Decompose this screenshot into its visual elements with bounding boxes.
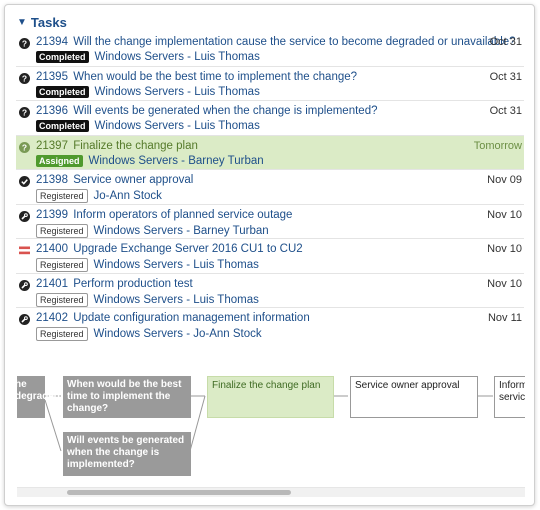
task-owner-link[interactable]: Windows Servers - Luis Thomas	[95, 120, 260, 132]
task-title-link[interactable]: 21397 Finalize the change plan	[36, 140, 198, 152]
task-row[interactable]: 21399 Inform operators of planned servic…	[16, 203, 524, 239]
status-badge: Registered	[36, 292, 88, 307]
status-badge: Completed	[36, 120, 89, 132]
status-badge: Registered	[36, 223, 88, 238]
task-due-date: Oct 31	[489, 70, 522, 83]
status-badge: Registered	[36, 189, 88, 203]
flow-node-21399[interactable]: Inform o service	[494, 376, 525, 418]
task-due-date: Nov 10	[487, 243, 522, 255]
task-row[interactable]: 21398 Service owner approval Nov 09 Regi…	[16, 169, 524, 204]
task-owner-link[interactable]: Windows Servers - Barney Turban	[89, 155, 264, 167]
task-owner-link[interactable]: Windows Servers - Luis Thomas	[94, 259, 259, 271]
task-title: Perform production test	[73, 277, 193, 290]
scrollbar-thumb[interactable]	[67, 490, 291, 495]
implementation-bars-icon	[19, 246, 30, 255]
svg-text:?: ?	[22, 108, 27, 118]
task-title-link[interactable]: 21394 Will the change implementation cau…	[36, 36, 516, 48]
task-title: Update configuration management informat…	[73, 312, 310, 324]
task-row[interactable]: 21400 Upgrade Exchange Server 2016 CU1 t…	[16, 238, 524, 273]
flow-node-21397[interactable]: Finalize the change plan	[207, 376, 334, 418]
task-owner-link[interactable]: Windows Servers - Luis Thomas	[94, 294, 259, 306]
task-due-date: Oct 31	[489, 105, 522, 117]
status-badge: Registered	[36, 258, 88, 272]
task-title-link[interactable]: 21399 Inform operators of planned servic…	[36, 209, 292, 221]
task-due-date: Tomorrow	[473, 139, 522, 152]
task-title-link[interactable]: 21396 Will events be generated when the …	[36, 105, 377, 117]
section-title: Tasks	[30, 15, 67, 30]
task-title: Finalize the change plan	[73, 139, 198, 152]
task-title: Will the change implementation cause the…	[73, 36, 516, 48]
task-row[interactable]: ? 21395 When would be the best time to i…	[16, 65, 524, 101]
task-due-date: Nov 10	[487, 277, 522, 290]
task-row[interactable]: ? 21396 Will events be generated when th…	[16, 100, 524, 135]
task-owner-link[interactable]: Windows Servers - Luis Thomas	[95, 86, 260, 98]
task-id: 21399	[36, 208, 68, 221]
task-title-link[interactable]: 21402 Update configuration management in…	[36, 312, 310, 324]
collapse-triangle-icon[interactable]: ▼	[17, 17, 27, 28]
task-title-link[interactable]: 21398 Service owner approval	[36, 174, 193, 186]
task-due-date: Nov 09	[487, 174, 522, 186]
flow-node-21398[interactable]: Service owner approval	[350, 376, 478, 418]
status-badge: Completed	[36, 85, 89, 98]
task-id: 21401	[36, 277, 68, 290]
task-row-current[interactable]: ? 21397 Finalize the change plan Tomorro…	[16, 134, 524, 169]
task-id: 21396	[36, 105, 68, 117]
task-id: 21394	[36, 36, 68, 48]
task-due-date: Oct 31	[489, 36, 522, 48]
task-title: Upgrade Exchange Server 2016 CU1 to CU2	[73, 243, 303, 255]
wrench-icon	[19, 210, 30, 222]
task-id: 21395	[36, 70, 68, 83]
flow-node-21394[interactable]: he degraded	[17, 376, 60, 418]
flow-node-21396[interactable]: Will events be generated when the change…	[63, 432, 191, 476]
task-title-link[interactable]: 21401 Perform production test	[36, 278, 193, 290]
task-id: 21397	[36, 139, 68, 152]
task-id: 21400	[36, 243, 68, 255]
task-id: 21402	[36, 312, 68, 324]
task-title: When would be the best time to implement…	[73, 70, 358, 83]
wrench-icon	[19, 314, 30, 325]
task-id: 21398	[36, 174, 68, 186]
svg-text:?: ?	[22, 142, 27, 152]
status-badge: Completed	[36, 51, 89, 63]
task-row[interactable]: 21402 Update configuration management in…	[16, 307, 524, 342]
task-list: ? 21394 Will the change implementation c…	[16, 32, 524, 342]
task-owner-link[interactable]: Jo-Ann Stock	[94, 190, 162, 202]
task-due-date: Nov 10	[487, 208, 522, 221]
flow-node-21395[interactable]: When would be the best time to implement…	[63, 376, 191, 418]
task-title: Will events be generated when the change…	[73, 105, 378, 117]
svg-text:?: ?	[22, 39, 27, 49]
task-row[interactable]: 21401 Perform production test Nov 10 Reg…	[16, 272, 524, 308]
approval-check-icon	[19, 176, 30, 187]
svg-text:?: ?	[22, 73, 27, 83]
task-row[interactable]: ? 21394 Will the change implementation c…	[16, 32, 524, 66]
task-due-date: Nov 11	[487, 312, 522, 324]
tasks-section-header[interactable]: ▼ Tasks	[17, 15, 67, 30]
question-icon: ?	[19, 72, 30, 84]
task-owner-link[interactable]: Windows Servers - Barney Turban	[94, 225, 269, 237]
task-owner-link[interactable]: Windows Servers - Jo-Ann Stock	[94, 328, 262, 340]
question-icon: ?	[19, 38, 30, 49]
question-icon: ?	[19, 107, 30, 118]
task-title: Service owner approval	[73, 174, 194, 186]
status-badge: Assigned	[36, 154, 83, 167]
question-icon: ?	[19, 141, 30, 153]
workflow-diagram[interactable]: he degraded When would be the best time …	[17, 360, 525, 486]
horizontal-scrollbar[interactable]	[17, 487, 525, 497]
task-title-link[interactable]: 21400 Upgrade Exchange Server 2016 CU1 t…	[36, 243, 303, 255]
status-badge: Registered	[36, 327, 88, 341]
task-title-link[interactable]: 21395 When would be the best time to imp…	[36, 71, 357, 83]
wrench-icon	[19, 279, 30, 291]
tasks-panel: ▼ Tasks ? 21394 Will the change implemen…	[4, 4, 535, 506]
task-title: Inform operators of planned service outa…	[73, 208, 293, 221]
task-owner-link[interactable]: Windows Servers - Luis Thomas	[95, 51, 260, 63]
